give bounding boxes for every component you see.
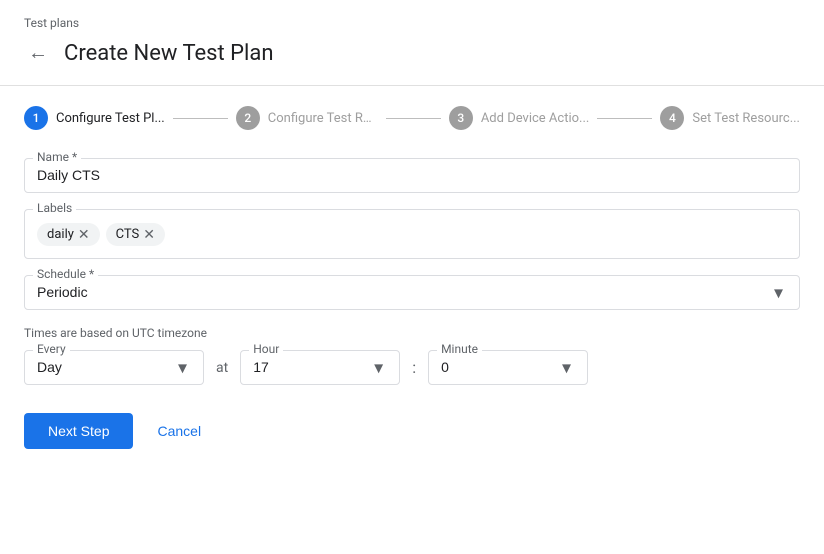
- schedule-field-group: Schedule * Periodic Once ▾: [24, 275, 800, 310]
- name-field-wrapper: Name *: [24, 158, 800, 193]
- step-3: 3 Add Device Actio...: [449, 106, 590, 130]
- minute-select-wrapper: 0 5101520 25303540 455055 ▾: [441, 359, 575, 376]
- hour-select[interactable]: 17 0123 4567 891011 12131415 16181920 21…: [253, 359, 387, 375]
- main-content: 1 Configure Test Pl... 2 Configure Test …: [0, 86, 824, 469]
- step-2-circle: 2: [236, 106, 260, 130]
- step-3-label: Add Device Actio...: [481, 111, 590, 126]
- hour-select-wrapper: 17 0123 4567 891011 12131415 16181920 21…: [253, 359, 387, 376]
- chip-daily: daily ✕: [37, 223, 100, 246]
- step-1: 1 Configure Test Pl...: [24, 106, 165, 130]
- every-field-wrapper: Every Day Hour Minute ▾: [24, 350, 204, 385]
- name-label: Name *: [33, 150, 81, 164]
- name-field-group: Name *: [24, 158, 800, 193]
- labels-label: Labels: [33, 201, 76, 215]
- chip-daily-text: daily: [47, 227, 74, 242]
- labels-field-wrapper: Labels daily ✕ CTS ✕: [24, 209, 800, 259]
- every-label: Every: [33, 342, 70, 356]
- breadcrumb: Test plans: [24, 16, 800, 30]
- schedule-field-wrapper: Schedule * Periodic Once ▾: [24, 275, 800, 310]
- chip-cts: CTS ✕: [106, 223, 165, 246]
- page-header: Test plans ← Create New Test Plan: [0, 0, 824, 69]
- minute-select[interactable]: 0 5101520 25303540 455055: [441, 359, 575, 375]
- labels-field-group: Labels daily ✕ CTS ✕: [24, 209, 800, 259]
- name-input[interactable]: [37, 167, 787, 183]
- timezone-note: Times are based on UTC timezone: [24, 326, 800, 340]
- chip-cts-remove[interactable]: ✕: [143, 227, 155, 241]
- step-4: 4 Set Test Resourc...: [660, 106, 800, 130]
- step-3-circle: 3: [449, 106, 473, 130]
- stepper: 1 Configure Test Pl... 2 Configure Test …: [24, 106, 800, 130]
- step-connector-2: [386, 118, 441, 119]
- every-select-wrapper: Day Hour Minute ▾: [37, 359, 191, 376]
- schedule-select[interactable]: Periodic Once: [37, 284, 787, 300]
- chip-cts-text: CTS: [116, 227, 140, 242]
- hour-field-wrapper: Hour 17 0123 4567 891011 12131415 161819…: [240, 350, 400, 385]
- step-4-circle: 4: [660, 106, 684, 130]
- next-step-button[interactable]: Next Step: [24, 413, 133, 449]
- page-title: Create New Test Plan: [64, 41, 274, 66]
- colon-separator: :: [412, 358, 416, 377]
- minute-label: Minute: [437, 342, 482, 356]
- back-button[interactable]: ←: [24, 38, 52, 69]
- chip-daily-remove[interactable]: ✕: [78, 227, 90, 241]
- step-4-label: Set Test Resourc...: [692, 111, 800, 126]
- back-icon: ←: [28, 42, 48, 65]
- step-1-label: Configure Test Pl...: [56, 111, 165, 126]
- step-2: 2 Configure Test Ru...: [236, 106, 378, 130]
- hour-label: Hour: [249, 342, 283, 356]
- minute-field-wrapper: Minute 0 5101520 25303540 455055 ▾: [428, 350, 588, 385]
- step-connector-1: [173, 118, 228, 119]
- periodic-row: Every Day Hour Minute ▾ at Hour 17 0123 …: [24, 350, 800, 385]
- step-2-label: Configure Test Ru...: [268, 111, 378, 126]
- step-1-circle: 1: [24, 106, 48, 130]
- schedule-label: Schedule *: [33, 267, 98, 281]
- step-connector-3: [597, 118, 652, 119]
- every-select[interactable]: Day Hour Minute: [37, 359, 191, 375]
- schedule-select-wrapper: Periodic Once ▾: [37, 284, 787, 301]
- cancel-button[interactable]: Cancel: [149, 413, 209, 449]
- at-label: at: [216, 360, 228, 376]
- action-row: Next Step Cancel: [24, 413, 800, 449]
- labels-chips-container: daily ✕ CTS ✕: [37, 218, 787, 250]
